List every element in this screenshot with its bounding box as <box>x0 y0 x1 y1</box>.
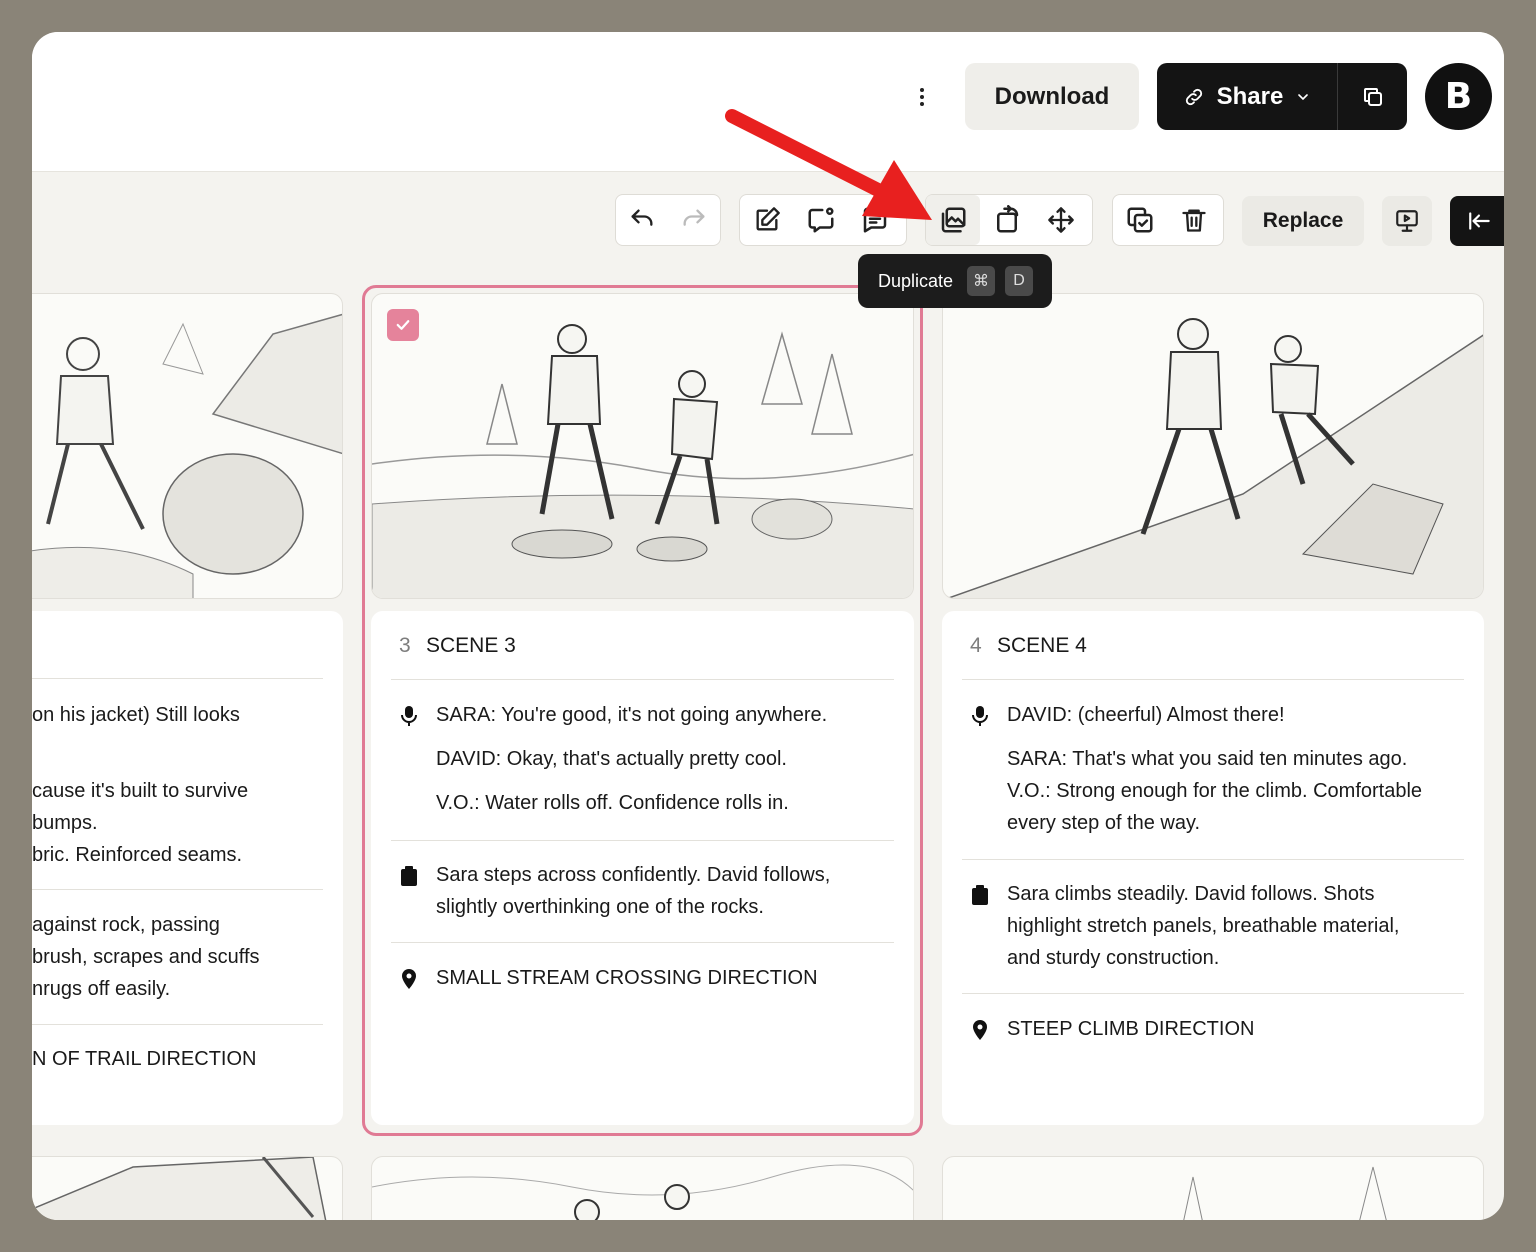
dialogue-text: bumps. <box>32 812 98 834</box>
forest-sketch <box>1183 1166 1387 1220</box>
dialogue-line: DAVID: Okay, that's actually pretty cool… <box>436 748 787 770</box>
shortcut-key-cmd: ⌘ <box>967 266 996 296</box>
action-text: Sara steps across confidently. David fol… <box>436 864 831 918</box>
redo-icon <box>683 209 705 226</box>
present-button[interactable] <box>1382 196 1432 246</box>
action-section: Sara steps across confidently. David fol… <box>381 859 871 923</box>
duplicate-image-icon <box>941 207 966 233</box>
tooltip-label: Duplicate <box>878 270 954 291</box>
delete-button[interactable] <box>1167 195 1221 245</box>
select-checkbox[interactable] <box>387 309 419 341</box>
clipboard-icon <box>400 866 417 886</box>
dialogue-section: SARA: You're good, it's not going anywhe… <box>381 699 901 819</box>
scene-number: 4 <box>970 634 982 657</box>
scene-4-card[interactable]: 4 SCENE 4 DAVID: (cheerful) Almost there… <box>942 611 1484 1125</box>
selection-tools <box>1112 194 1224 246</box>
move-icon <box>1048 207 1074 233</box>
scene-2-image[interactable] <box>32 293 343 599</box>
action-text: Sara climbs steadily. David follows. Sho… <box>1007 883 1400 969</box>
scene-number: 3 <box>399 634 411 657</box>
trash-icon <box>1182 209 1206 232</box>
microphone-icon <box>971 706 988 726</box>
scene-6-image[interactable] <box>371 1156 914 1220</box>
link-icon <box>1185 88 1202 105</box>
avatar[interactable]: B <box>1425 63 1492 130</box>
rotate-icon <box>997 205 1019 233</box>
redo-button[interactable] <box>668 195 720 245</box>
chevron-down-icon <box>1298 93 1309 100</box>
collapse-left-icon <box>1469 212 1490 230</box>
location-pin-icon <box>401 969 416 989</box>
dialogue-text: cause it's built to survive <box>32 780 249 802</box>
hiker-sketch <box>32 313 342 598</box>
move-button[interactable] <box>1034 195 1088 245</box>
hikers-sketch <box>372 1164 913 1220</box>
action-text: brush, scrapes and scuffs <box>32 946 260 968</box>
dialogue-line: SARA: That's what you said ten minutes a… <box>1007 748 1423 834</box>
download-button[interactable]: Download <box>965 63 1139 130</box>
dialogue-text: bric. Reinforced seams. <box>32 844 243 866</box>
scene-4-image[interactable] <box>942 293 1484 599</box>
dialogue-line: V.O.: Water rolls off. Confidence rolls … <box>436 792 789 814</box>
scene-5-image[interactable] <box>32 1156 343 1220</box>
action-text: against rock, passing <box>32 914 220 936</box>
location-text: N OF TRAIL DIRECTION <box>32 1048 257 1070</box>
share-label: Share <box>1216 82 1284 110</box>
scene-3-image[interactable] <box>371 293 914 599</box>
scene-header: 3 SCENE 3 <box>371 611 516 681</box>
annotation-arrow <box>725 109 932 220</box>
dialogue-text: on his jacket) Still looks <box>32 704 240 726</box>
dialogue-section: DAVID: (cheerful) Almost there! SARA: Th… <box>952 699 1452 839</box>
shortcut-key-d: D <box>1005 266 1034 296</box>
undo-button[interactable] <box>616 195 668 245</box>
history-tools <box>615 194 721 246</box>
rotate-button[interactable] <box>980 195 1034 245</box>
jacket-sketch <box>32 1157 327 1220</box>
microphone-icon <box>400 706 417 726</box>
action-section: Sara climbs steadily. David follows. Sho… <box>952 878 1452 974</box>
select-copy-button[interactable] <box>1113 195 1167 245</box>
duplicate-tooltip: Duplicate ⌘ D <box>858 254 1052 308</box>
scene-2-card[interactable]: on his jacket) Still looks cause it's bu… <box>32 611 343 1125</box>
location-text: STEEP CLIMB DIRECTION <box>1007 1018 1255 1040</box>
share-button[interactable]: Share <box>1157 63 1338 130</box>
share-button-group: Share <box>1157 63 1407 130</box>
copy-link-button[interactable] <box>1338 63 1407 130</box>
copy-icon <box>1363 87 1382 106</box>
clipboard-icon <box>971 885 988 905</box>
location-pin-icon <box>972 1020 987 1040</box>
checkmark-icon <box>396 320 410 330</box>
location-section: STEEP CLIMB DIRECTION <box>952 1013 1452 1045</box>
replace-button[interactable]: Replace <box>1242 196 1364 246</box>
image-tools <box>925 194 1093 246</box>
dialogue-line: DAVID: (cheerful) Almost there! <box>1007 704 1285 726</box>
collapse-panel-button[interactable] <box>1450 196 1504 246</box>
undo-icon <box>631 209 653 226</box>
app-window: Download Share B Replace Duplicate ⌘ D o… <box>32 32 1504 1220</box>
action-text: nrugs off easily. <box>32 978 171 1000</box>
scene-7-image[interactable] <box>942 1156 1484 1220</box>
scene-header: 4 SCENE 4 <box>942 611 1087 681</box>
steep-climb-sketch <box>946 318 1483 598</box>
location-text: SMALL STREAM CROSSING DIRECTION <box>436 967 818 989</box>
dialogue-line: SARA: You're good, it's not going anywhe… <box>436 704 828 726</box>
presentation-icon <box>1396 210 1418 232</box>
copy-check-icon <box>1127 207 1153 233</box>
stream-crossing-sketch <box>372 324 913 598</box>
location-section: SMALL STREAM CROSSING DIRECTION <box>381 962 901 994</box>
scene-3-card[interactable]: 3 SCENE 3 SARA: You're good, it's not go… <box>371 611 914 1125</box>
scene-title: SCENE 4 <box>997 634 1087 657</box>
scene-title: SCENE 3 <box>426 634 516 657</box>
